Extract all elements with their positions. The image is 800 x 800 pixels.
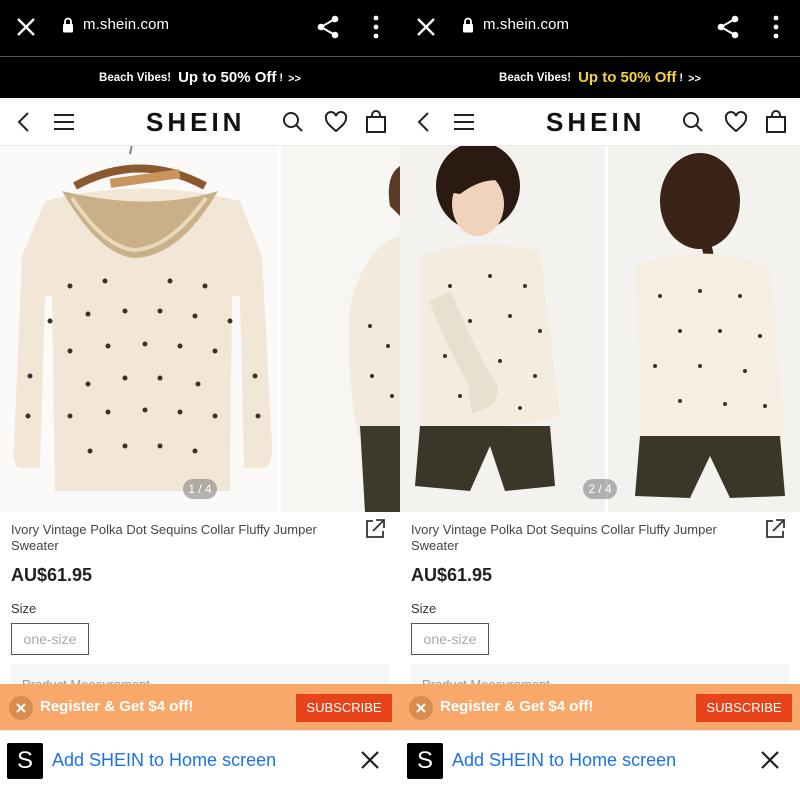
chevron-left-icon[interactable]: [12, 110, 36, 134]
site-header: SHEIN: [400, 98, 800, 146]
add-to-home-link[interactable]: Add SHEIN to Home screen: [452, 750, 676, 771]
shein-app-icon: S: [7, 743, 43, 779]
promo-bang: !: [679, 71, 684, 84]
subscribe-text: Register & Get $4 off!: [440, 698, 594, 715]
brand-logo[interactable]: SHEIN: [546, 107, 645, 138]
external-link-icon[interactable]: [364, 518, 386, 540]
site-header: SHEIN: [0, 98, 400, 146]
subscribe-banner: Register & Get $4 off! SUBSCRIBE: [0, 684, 400, 730]
subscribe-close-button[interactable]: [9, 696, 33, 720]
search-icon[interactable]: [281, 110, 305, 134]
image-counter: 2 / 4: [583, 479, 617, 499]
more-vertical-icon[interactable]: [766, 14, 786, 40]
image-counter: 1 / 4: [183, 479, 217, 499]
lock-icon: [463, 17, 473, 33]
promo-offer: Up to 50% Off: [578, 69, 677, 86]
product-image: [0, 146, 400, 512]
lock-icon: [63, 17, 73, 33]
heart-icon[interactable]: [724, 110, 748, 134]
external-link-icon[interactable]: [764, 518, 786, 540]
url-text[interactable]: m.shein.com: [83, 16, 169, 33]
promo-lead: Beach Vibes!: [499, 71, 572, 84]
share-icon[interactable]: [716, 14, 740, 40]
product-image-gallery[interactable]: [0, 146, 400, 512]
shopping-bag-icon[interactable]: [364, 110, 388, 134]
screen-left: m.shein.com Beach Vibes! Up to 50% Off !…: [0, 0, 400, 800]
size-option-one-size[interactable]: one-size: [11, 623, 89, 655]
subscribe-close-button[interactable]: [409, 696, 433, 720]
promo-banner[interactable]: Beach Vibes! Up to 50% Off ! >>: [0, 57, 400, 98]
product-image-gallery[interactable]: [400, 146, 800, 512]
promo-arrows: >>: [288, 73, 301, 85]
product-title: Ivory Vintage Polka Dot Sequins Collar F…: [11, 522, 317, 553]
promo-lead: Beach Vibes!: [99, 71, 172, 84]
promo-offer: Up to 50% Off: [178, 69, 277, 86]
product-price: AU$61.95: [11, 565, 93, 585]
close-icon[interactable]: [759, 749, 781, 771]
product-image: [400, 146, 800, 512]
browser-toolbar: m.shein.com: [400, 0, 800, 56]
hamburger-menu-icon[interactable]: [452, 110, 476, 134]
share-icon[interactable]: [316, 14, 340, 40]
product-title: Ivory Vintage Polka Dot Sequins Collar F…: [411, 522, 717, 553]
bottom-edge: [400, 792, 800, 800]
close-icon[interactable]: [359, 749, 381, 771]
screen-right: m.shein.com Beach Vibes! Up to 50% Off !…: [400, 0, 800, 800]
shein-app-icon: S: [407, 743, 443, 779]
subscribe-button[interactable]: SUBSCRIBE: [696, 694, 792, 722]
size-option-one-size[interactable]: one-size: [411, 623, 489, 655]
close-icon: [16, 703, 26, 713]
promo-arrows: >>: [688, 73, 701, 85]
shopping-bag-icon[interactable]: [764, 110, 788, 134]
subscribe-text: Register & Get $4 off!: [40, 698, 194, 715]
product-price: AU$61.95: [411, 565, 493, 585]
url-text[interactable]: m.shein.com: [483, 16, 569, 33]
hamburger-menu-icon[interactable]: [52, 110, 76, 134]
bottom-edge: [0, 792, 400, 800]
size-label: Size: [11, 601, 37, 616]
subscribe-banner: Register & Get $4 off! SUBSCRIBE: [400, 684, 800, 730]
search-icon[interactable]: [681, 110, 705, 134]
add-to-home-link[interactable]: Add SHEIN to Home screen: [52, 750, 276, 771]
add-to-home-banner: S Add SHEIN to Home screen: [400, 730, 800, 792]
chevron-left-icon[interactable]: [412, 110, 436, 134]
close-icon[interactable]: [414, 15, 438, 39]
promo-bang: !: [279, 71, 284, 84]
brand-logo[interactable]: SHEIN: [146, 107, 245, 138]
add-to-home-banner: S Add SHEIN to Home screen: [0, 730, 400, 792]
close-icon: [416, 703, 426, 713]
size-label: Size: [411, 601, 437, 616]
browser-toolbar: m.shein.com: [0, 0, 400, 56]
promo-banner[interactable]: Beach Vibes! Up to 50% Off ! >>: [400, 57, 800, 98]
heart-icon[interactable]: [324, 110, 348, 134]
close-icon[interactable]: [14, 15, 38, 39]
subscribe-button[interactable]: SUBSCRIBE: [296, 694, 392, 722]
more-vertical-icon[interactable]: [366, 14, 386, 40]
